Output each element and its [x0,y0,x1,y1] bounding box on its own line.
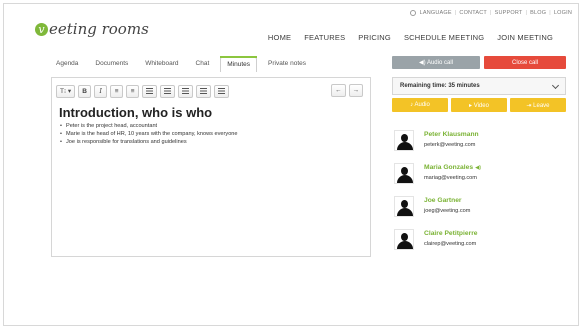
tab-documents[interactable]: Documents [89,57,134,72]
avatar [394,229,414,250]
participant-item[interactable]: Joe Gartner joeg@veeting.com [394,196,566,229]
nav-features[interactable]: FEATURES [304,33,345,42]
audio-button[interactable]: ♪ Audio [392,98,448,112]
editor-content[interactable]: Introduction, who is who Peter is the pr… [59,105,362,147]
blog-link[interactable]: BLOG [530,10,546,16]
logo-wordmark: eeting rooms [49,20,149,38]
ordered-list-button[interactable]: ≡ [110,84,124,98]
editor-toolbar: T⁝ ▾ B I ≡ ≡ ← → [56,83,366,99]
tab-agenda[interactable]: Agenda [50,57,84,72]
leave-button[interactable]: ⇥ Leave [510,98,566,112]
participant-name: Claire Petitpierre [424,230,478,237]
nav-schedule-meeting[interactable]: SCHEDULE MEETING [404,33,484,42]
separator: | [549,10,551,16]
avatar [394,163,414,184]
avatar [394,130,414,151]
align-center-button[interactable] [196,84,212,98]
meeting-tabs: Agenda Documents Whiteboard Chat Minutes… [50,56,317,72]
tab-chat[interactable]: Chat [190,57,216,72]
participant-item[interactable]: Maria Gonzales ◀) mariag@veeting.com [394,163,566,196]
separator: | [489,10,492,16]
participant-email: clairep@veeting.com [424,241,477,247]
close-call-button[interactable]: Close call [484,56,566,69]
text-style-dropdown[interactable]: T⁝ ▾ [56,84,76,98]
brand-logo[interactable]: v eeting rooms [35,20,149,38]
italic-button[interactable]: I [94,84,108,98]
speaking-icon: ◀) [475,165,482,171]
contact-link[interactable]: CONTACT [459,10,487,16]
participant-item[interactable]: Claire Petitpierre clairep@veeting.com [394,229,566,262]
video-button[interactable]: ▸ Video [451,98,507,112]
logo-mark: v [35,22,48,36]
separator: | [454,10,457,16]
chevron-down-icon [551,81,560,90]
minutes-bullet-list: Peter is the project head, accountant Ma… [59,123,362,146]
participant-list: Peter Klausmann peterk@veeting.com Maria… [394,130,566,262]
align-left-button[interactable] [178,84,194,98]
separator: | [525,10,528,16]
align-right-icon [218,88,226,94]
tab-whiteboard[interactable]: Whiteboard [139,57,184,72]
undo-button[interactable]: ← [331,84,346,97]
participant-email: joeg@veeting.com [424,208,471,214]
indent-icon [164,88,172,94]
align-right-button[interactable] [214,84,230,98]
list-item: Joe is responsible for translations and … [59,139,362,146]
login-link[interactable]: LOGIN [554,10,572,16]
minutes-heading: Introduction, who is who [59,105,213,120]
outdent-icon [146,88,154,94]
remaining-time-dropdown[interactable]: Remaining time: 35 minutes [392,77,566,95]
redo-button[interactable]: → [348,84,363,97]
participant-email: peterk@veeting.com [424,142,476,148]
participant-name: Joe Gartner [424,197,462,204]
participant-item[interactable]: Peter Klausmann peterk@veeting.com [394,130,566,163]
language-link[interactable]: LANGUAGE [420,10,452,16]
avatar [394,196,414,217]
globe-icon [409,10,416,16]
list-item: Peter is the project head, accountant [59,123,362,130]
tab-minutes[interactable]: Minutes [220,56,258,72]
align-left-icon [182,88,190,94]
list-item: Marie is the head of HR, 10 years with t… [59,131,362,138]
audio-call-button[interactable]: ◀) Audio call [392,56,480,69]
main-nav: HOME FEATURES PRICING SCHEDULE MEETING J… [255,33,553,42]
align-center-icon [200,88,208,94]
minutes-editor[interactable]: T⁝ ▾ B I ≡ ≡ ← → Introduction, who is wh… [51,77,371,257]
support-link[interactable]: SUPPORT [495,10,523,16]
utility-nav: LANGUAGE | CONTACT | SUPPORT | BLOG | LO… [409,10,572,16]
remaining-time-label: Remaining time: 35 minutes [400,83,480,89]
participant-email: mariag@veeting.com [424,175,477,181]
unordered-list-button[interactable]: ≡ [126,84,140,98]
tab-private-notes[interactable]: Private notes [262,57,312,72]
indent-button[interactable] [160,84,176,98]
outdent-button[interactable] [142,84,158,98]
participant-name: Peter Klausmann [424,131,479,138]
history-controls: ← → [331,84,366,97]
nav-home[interactable]: HOME [268,33,291,42]
call-actions: ♪ Audio ▸ Video ⇥ Leave [392,98,566,112]
nav-pricing[interactable]: PRICING [358,33,391,42]
participant-name: Maria Gonzales ◀) [424,164,482,171]
nav-join-meeting[interactable]: JOIN MEETING [497,33,553,42]
bold-button[interactable]: B [78,84,92,98]
